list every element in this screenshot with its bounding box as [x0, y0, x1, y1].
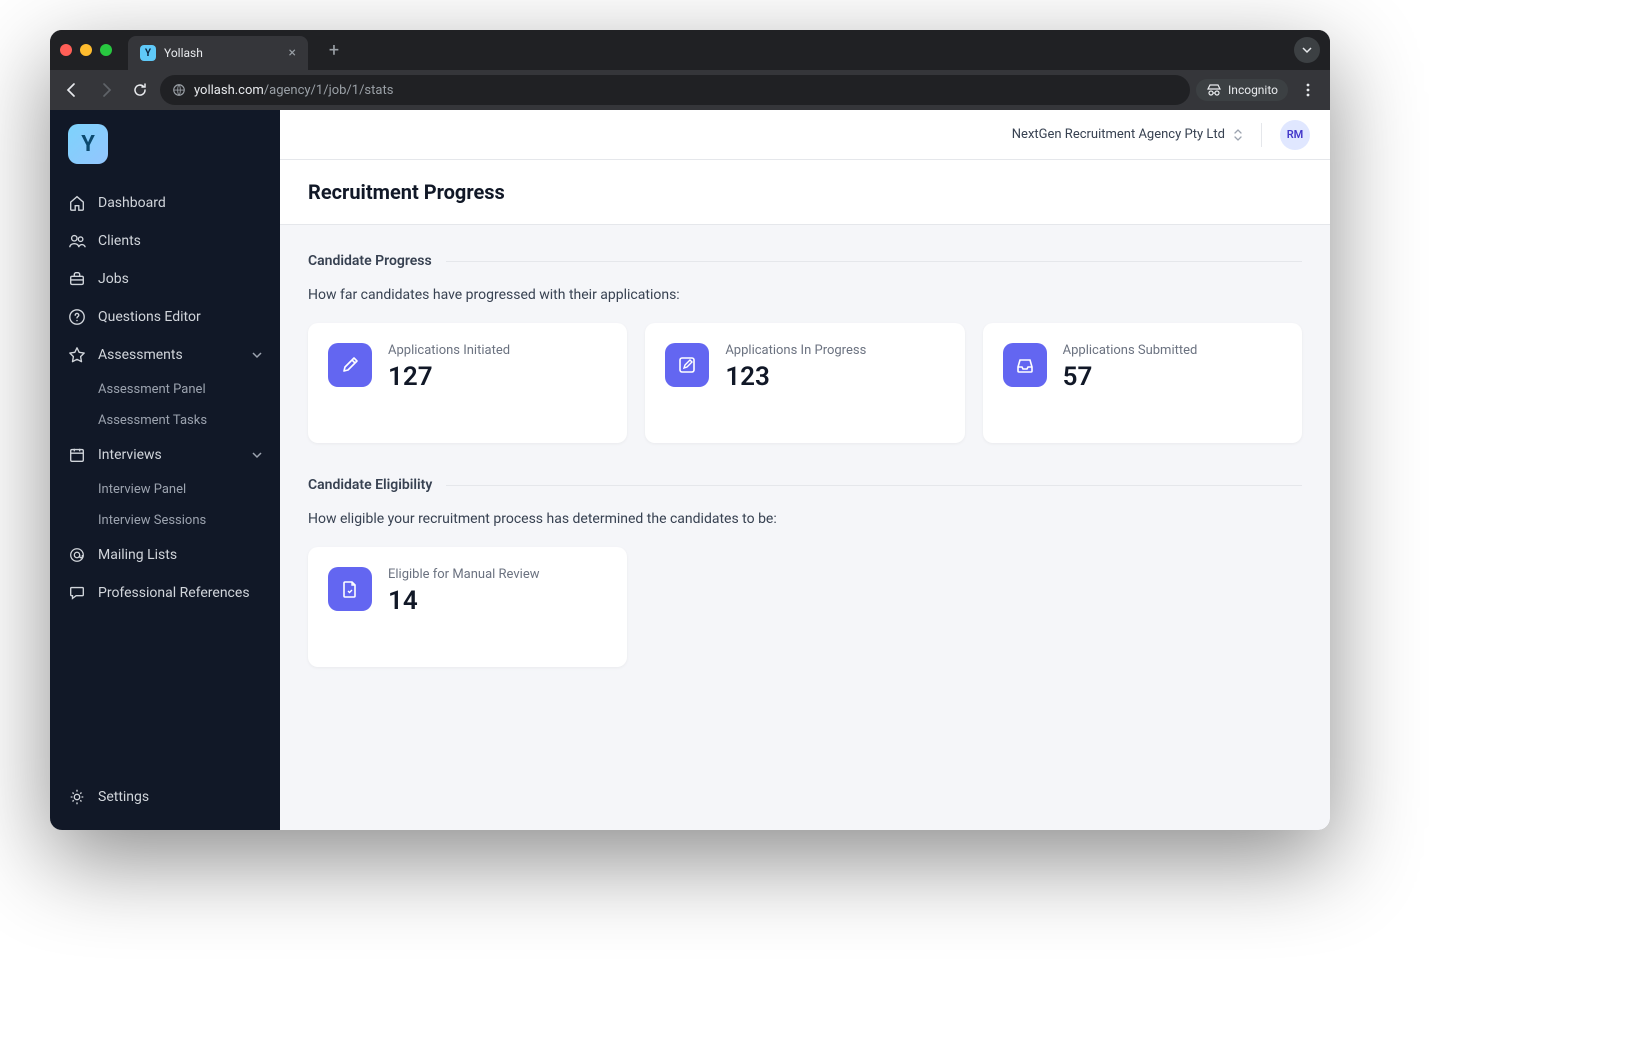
page-title: Recruitment Progress [308, 180, 1302, 204]
close-window-button[interactable] [60, 44, 72, 56]
section-description: How eligible your recruitment process ha… [308, 511, 1302, 527]
app-root: Y Dashboard Clients [50, 110, 1330, 830]
topbar: NextGen Recruitment Agency Pty Ltd RM [280, 110, 1330, 160]
sidebar-item-label: Clients [98, 233, 141, 249]
sidebar-item-label: Questions Editor [98, 309, 201, 325]
section-title: Candidate Progress [308, 253, 432, 269]
stat-label: Applications Submitted [1063, 343, 1198, 358]
window-controls [60, 44, 112, 56]
browser-tab-strip: Y Yollash × + [50, 30, 1330, 70]
sidebar-item-questions-editor[interactable]: Questions Editor [50, 298, 280, 336]
user-avatar[interactable]: RM [1280, 120, 1310, 150]
sidebar-item-label: Jobs [98, 271, 129, 287]
sidebar-item-clients[interactable]: Clients [50, 222, 280, 260]
site-info-icon [172, 83, 186, 97]
gear-icon [68, 788, 86, 806]
sidebar-subitem-interview-sessions[interactable]: Interview Sessions [50, 505, 280, 536]
browser-menu-button[interactable] [1294, 76, 1322, 104]
address-bar[interactable]: yollash.com/agency/1/job/1/stats [160, 75, 1190, 105]
stat-label: Applications In Progress [725, 343, 866, 358]
sidebar-item-label: Mailing Lists [98, 547, 177, 563]
sidebar-nav: Dashboard Clients Jobs [50, 184, 280, 612]
stat-card-in-progress: Applications In Progress 123 [645, 323, 964, 443]
sidebar-item-jobs[interactable]: Jobs [50, 260, 280, 298]
agency-switcher[interactable]: NextGen Recruitment Agency Pty Ltd [1012, 127, 1243, 142]
sidebar-item-assessments[interactable]: Assessments [50, 336, 280, 374]
stat-card-manual-review: Eligible for Manual Review 14 [308, 547, 627, 667]
stat-label: Eligible for Manual Review [388, 567, 539, 582]
sidebar-item-dashboard[interactable]: Dashboard [50, 184, 280, 222]
sidebar-item-label: Dashboard [98, 195, 166, 211]
home-icon [68, 194, 86, 212]
briefcase-icon [68, 270, 86, 288]
chevron-down-icon [252, 350, 262, 360]
back-button[interactable] [58, 76, 86, 104]
browser-toolbar: yollash.com/agency/1/job/1/stats Incogni… [50, 70, 1330, 110]
sidebar-subitem-assessment-panel[interactable]: Assessment Panel [50, 374, 280, 405]
stat-value: 127 [388, 362, 510, 392]
section-heading-progress: Candidate Progress [308, 253, 1302, 269]
main-panel: NextGen Recruitment Agency Pty Ltd RM Re… [280, 110, 1330, 830]
chevron-down-icon [252, 450, 262, 460]
sidebar-item-professional-references[interactable]: Professional References [50, 574, 280, 612]
sidebar-item-label: Professional References [98, 585, 250, 601]
browser-window: Y Yollash × + yollash.com/agency/1/job/1… [50, 30, 1330, 830]
close-tab-button[interactable]: × [289, 45, 296, 61]
section-title: Candidate Eligibility [308, 477, 432, 493]
page-header: Recruitment Progress [280, 160, 1330, 225]
address-url: yollash.com/agency/1/job/1/stats [194, 83, 393, 98]
sidebar-item-label: Interviews [98, 447, 162, 463]
at-icon [68, 546, 86, 564]
sidebar-item-mailing-lists[interactable]: Mailing Lists [50, 536, 280, 574]
cards-row-eligibility: Eligible for Manual Review 14 [308, 547, 1302, 667]
sidebar-item-interviews[interactable]: Interviews [50, 436, 280, 474]
new-tab-button[interactable]: + [320, 36, 348, 64]
chevron-up-down-icon [1233, 128, 1243, 142]
incognito-icon [1206, 84, 1222, 96]
star-icon [68, 346, 86, 364]
tab-title: Yollash [164, 46, 203, 60]
sidebar-item-settings[interactable]: Settings [50, 778, 280, 816]
incognito-indicator[interactable]: Incognito [1196, 79, 1288, 101]
agency-name: NextGen Recruitment Agency Pty Ltd [1012, 127, 1225, 142]
sidebar: Y Dashboard Clients [50, 110, 280, 830]
browser-tab[interactable]: Y Yollash × [128, 36, 308, 70]
sidebar-item-label: Settings [98, 789, 149, 805]
stat-value: 57 [1063, 362, 1198, 392]
calendar-icon [68, 446, 86, 464]
file-icon [328, 567, 372, 611]
maximize-window-button[interactable] [100, 44, 112, 56]
tab-favicon: Y [140, 45, 156, 61]
app-logo[interactable]: Y [68, 124, 108, 164]
sidebar-item-label: Assessments [98, 347, 183, 363]
cards-row-progress: Applications Initiated 127 Applications … [308, 323, 1302, 443]
stat-value: 123 [725, 362, 866, 392]
stat-card-submitted: Applications Submitted 57 [983, 323, 1302, 443]
sidebar-subitem-assessment-tasks[interactable]: Assessment Tasks [50, 405, 280, 436]
section-description: How far candidates have progressed with … [308, 287, 1302, 303]
divider [446, 261, 1302, 262]
inbox-icon [1003, 343, 1047, 387]
stat-label: Applications Initiated [388, 343, 510, 358]
chat-icon [68, 584, 86, 602]
page-content: Candidate Progress How far candidates ha… [280, 225, 1330, 830]
section-heading-eligibility: Candidate Eligibility [308, 477, 1302, 493]
edit-square-icon [665, 343, 709, 387]
reload-button[interactable] [126, 76, 154, 104]
tab-overflow-button[interactable] [1294, 37, 1320, 63]
forward-button[interactable] [92, 76, 120, 104]
question-icon [68, 308, 86, 326]
stat-card-initiated: Applications Initiated 127 [308, 323, 627, 443]
minimize-window-button[interactable] [80, 44, 92, 56]
pencil-icon [328, 343, 372, 387]
divider [446, 485, 1302, 486]
sidebar-subitem-interview-panel[interactable]: Interview Panel [50, 474, 280, 505]
divider [1261, 123, 1262, 147]
users-icon [68, 232, 86, 250]
stat-value: 14 [388, 586, 539, 616]
